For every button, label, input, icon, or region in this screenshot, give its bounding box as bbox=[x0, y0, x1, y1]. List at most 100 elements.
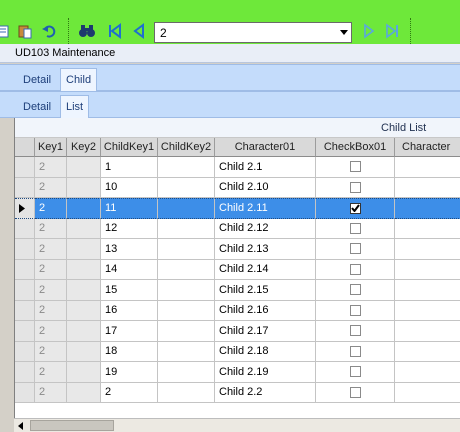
cell-childkey1[interactable]: 17 bbox=[101, 321, 158, 342]
table-row[interactable]: 2 18 Child 2.18 bbox=[15, 341, 460, 362]
column-header-childkey2[interactable]: ChildKey2 bbox=[158, 138, 215, 157]
row-selector[interactable] bbox=[15, 198, 35, 219]
table-row[interactable]: 2 14 Child 2.14 bbox=[15, 259, 460, 280]
cell-character[interactable] bbox=[395, 280, 460, 301]
cell-key2[interactable] bbox=[67, 239, 101, 260]
checkbox[interactable] bbox=[350, 181, 361, 193]
cell-key2[interactable] bbox=[67, 382, 101, 403]
new-icon[interactable] bbox=[0, 20, 14, 42]
cell-checkbox01[interactable] bbox=[316, 157, 395, 178]
cell-checkbox01[interactable] bbox=[316, 382, 395, 403]
cell-childkey1[interactable]: 19 bbox=[101, 362, 158, 383]
last-record-icon[interactable] bbox=[381, 20, 403, 42]
cell-childkey2[interactable] bbox=[158, 300, 215, 321]
cell-childkey2[interactable] bbox=[158, 177, 215, 198]
record-navigator-input[interactable]: 2 bbox=[154, 22, 352, 43]
cell-childkey1[interactable]: 13 bbox=[101, 239, 158, 260]
cell-childkey1[interactable]: 1 bbox=[101, 157, 158, 178]
checkbox[interactable] bbox=[350, 202, 361, 214]
cell-checkbox01[interactable] bbox=[316, 218, 395, 239]
cell-childkey2[interactable] bbox=[158, 341, 215, 362]
cell-character[interactable] bbox=[395, 362, 460, 383]
cell-character[interactable] bbox=[395, 239, 460, 260]
cell-key2[interactable] bbox=[67, 300, 101, 321]
cell-char01[interactable]: Child 2.2 bbox=[215, 382, 316, 403]
column-header-character[interactable]: Character bbox=[395, 138, 460, 157]
cell-char01[interactable]: Child 2.11 bbox=[215, 198, 316, 219]
undo-icon[interactable] bbox=[38, 20, 60, 42]
cell-childkey2[interactable] bbox=[158, 321, 215, 342]
checkbox[interactable] bbox=[350, 284, 361, 296]
row-selector[interactable] bbox=[15, 218, 35, 239]
cell-key1[interactable]: 2 bbox=[35, 198, 67, 219]
table-row[interactable]: 2 16 Child 2.16 bbox=[15, 300, 460, 321]
binoculars-icon[interactable] bbox=[76, 20, 98, 42]
cell-key1[interactable]: 2 bbox=[35, 382, 67, 403]
table-row[interactable]: 2 15 Child 2.15 bbox=[15, 280, 460, 301]
first-record-icon[interactable] bbox=[104, 20, 126, 42]
tab-detail[interactable]: Detail bbox=[18, 68, 56, 91]
cell-key1[interactable]: 2 bbox=[35, 300, 67, 321]
row-selector[interactable] bbox=[15, 300, 35, 321]
checkbox[interactable] bbox=[350, 325, 361, 337]
cell-checkbox01[interactable] bbox=[316, 362, 395, 383]
table-row[interactable]: 2 1 Child 2.1 bbox=[15, 157, 460, 178]
cell-char01[interactable]: Child 2.14 bbox=[215, 259, 316, 280]
row-selector[interactable] bbox=[15, 177, 35, 198]
cell-childkey2[interactable] bbox=[158, 218, 215, 239]
column-header-key1[interactable]: Key1 bbox=[35, 138, 67, 157]
row-selector[interactable] bbox=[15, 362, 35, 383]
cell-key2[interactable] bbox=[67, 259, 101, 280]
cell-checkbox01[interactable] bbox=[316, 239, 395, 260]
next-record-icon[interactable] bbox=[358, 20, 380, 42]
cell-checkbox01[interactable] bbox=[316, 341, 395, 362]
cell-key2[interactable] bbox=[67, 280, 101, 301]
cell-key1[interactable]: 2 bbox=[35, 259, 67, 280]
tab-list[interactable]: List bbox=[60, 95, 90, 118]
table-row[interactable]: 2 11 Child 2.11 bbox=[15, 198, 460, 219]
cell-key1[interactable]: 2 bbox=[35, 362, 67, 383]
cell-childkey2[interactable] bbox=[158, 157, 215, 178]
cell-char01[interactable]: Child 2.16 bbox=[215, 300, 316, 321]
cell-key2[interactable] bbox=[67, 341, 101, 362]
table-row[interactable]: 2 17 Child 2.17 bbox=[15, 321, 460, 342]
cell-childkey1[interactable]: 2 bbox=[101, 382, 158, 403]
chevron-down-icon[interactable] bbox=[337, 23, 351, 42]
checkbox[interactable] bbox=[350, 366, 361, 378]
cell-key1[interactable]: 2 bbox=[35, 157, 67, 178]
cell-key2[interactable] bbox=[67, 218, 101, 239]
column-header-key2[interactable]: Key2 bbox=[67, 138, 101, 157]
paste-icon[interactable] bbox=[14, 20, 36, 42]
scrollbar-thumb[interactable] bbox=[30, 420, 114, 431]
cell-character[interactable] bbox=[395, 260, 460, 280]
cell-childkey1[interactable]: 16 bbox=[101, 300, 158, 321]
cell-char01[interactable]: Child 2.17 bbox=[215, 321, 316, 342]
row-selector[interactable] bbox=[15, 321, 35, 342]
cell-childkey2[interactable] bbox=[158, 280, 215, 301]
cell-childkey2[interactable] bbox=[158, 362, 215, 383]
checkbox[interactable] bbox=[350, 345, 361, 357]
row-selector[interactable] bbox=[15, 239, 35, 260]
cell-childkey2[interactable] bbox=[158, 239, 215, 260]
checkbox[interactable] bbox=[350, 161, 361, 173]
cell-character[interactable] bbox=[395, 321, 460, 342]
checkbox[interactable] bbox=[350, 222, 361, 234]
cell-childkey2[interactable] bbox=[158, 259, 215, 280]
cell-checkbox01[interactable] bbox=[316, 259, 395, 280]
cell-key1[interactable]: 2 bbox=[35, 239, 67, 260]
cell-childkey1[interactable]: 11 bbox=[101, 198, 158, 219]
cell-character[interactable] bbox=[395, 219, 460, 239]
cell-character[interactable] bbox=[395, 342, 460, 362]
row-selector[interactable] bbox=[15, 157, 35, 178]
cell-char01[interactable]: Child 2.13 bbox=[215, 239, 316, 260]
row-selector[interactable] bbox=[15, 280, 35, 301]
table-row[interactable]: 2 12 Child 2.12 bbox=[15, 218, 460, 239]
cell-character[interactable] bbox=[395, 178, 460, 198]
cell-character[interactable] bbox=[395, 301, 460, 321]
cell-character[interactable] bbox=[395, 383, 460, 403]
cell-char01[interactable]: Child 2.18 bbox=[215, 341, 316, 362]
checkbox[interactable] bbox=[350, 263, 361, 275]
cell-checkbox01[interactable] bbox=[316, 177, 395, 198]
row-selector[interactable] bbox=[15, 341, 35, 362]
column-header-character01[interactable]: Character01 bbox=[215, 138, 316, 157]
